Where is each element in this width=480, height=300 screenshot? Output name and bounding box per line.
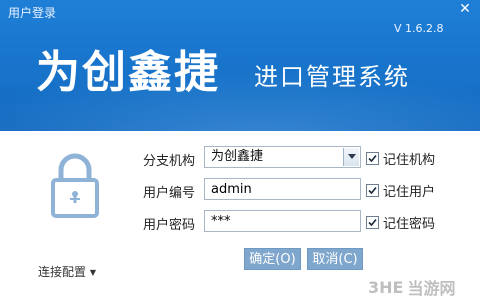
remember-user-checkbox[interactable]: 记住用户 [366, 182, 436, 200]
connection-config-label: 连接配置 [38, 265, 87, 279]
user-label: 用户编号 [143, 186, 196, 201]
password-field[interactable] [204, 210, 361, 232]
watermark-text: 当游网 [407, 279, 456, 298]
remember-branch-label: 记住机构 [383, 152, 436, 168]
window-title: 用户登录 [8, 6, 57, 20]
password-label: 用户密码 [143, 218, 196, 233]
brand-subtitle: 进口管理系统 [254, 63, 410, 91]
user-input[interactable] [211, 179, 360, 199]
checkbox-box[interactable] [366, 151, 379, 165]
brand-name: 为创鑫捷 [36, 47, 220, 98]
connection-config-link[interactable]: 连接配置 ▼ [38, 263, 96, 280]
branch-select[interactable]: 为创鑫捷 [204, 146, 361, 168]
remember-password-label: 记住密码 [383, 216, 436, 232]
branch-value: 为创鑫捷 [211, 149, 264, 164]
branch-label: 分支机构 [143, 154, 196, 169]
chevron-down-icon: ▼ [89, 268, 96, 277]
watermark: 3HE 当游网 [368, 275, 478, 299]
lock-icon [50, 150, 100, 220]
remember-branch-checkbox[interactable]: 记住机构 [366, 150, 436, 168]
user-field[interactable] [204, 178, 361, 200]
checkbox-box[interactable] [366, 215, 379, 229]
password-input[interactable] [211, 211, 360, 231]
remember-user-label: 记住用户 [383, 184, 436, 200]
ok-button[interactable]: 确定(O) [244, 248, 301, 270]
version-label: V 1.6.2.8 [394, 22, 444, 35]
checkmark-icon [368, 154, 377, 162]
checkmark-icon [368, 218, 377, 226]
cancel-button[interactable]: 取消(C) [307, 248, 363, 270]
checkmark-icon [368, 186, 377, 194]
close-icon: ✕ [459, 1, 471, 17]
remember-password-checkbox[interactable]: 记住密码 [366, 214, 436, 232]
chevron-down-icon[interactable] [343, 148, 359, 166]
watermark-logo: 3HE [368, 277, 404, 297]
header-banner: 用户登录 ✕ V 1.6.2.8 为创鑫捷 进口管理系统 [0, 0, 480, 131]
checkbox-box[interactable] [366, 183, 379, 197]
close-button[interactable]: ✕ [455, 1, 475, 17]
